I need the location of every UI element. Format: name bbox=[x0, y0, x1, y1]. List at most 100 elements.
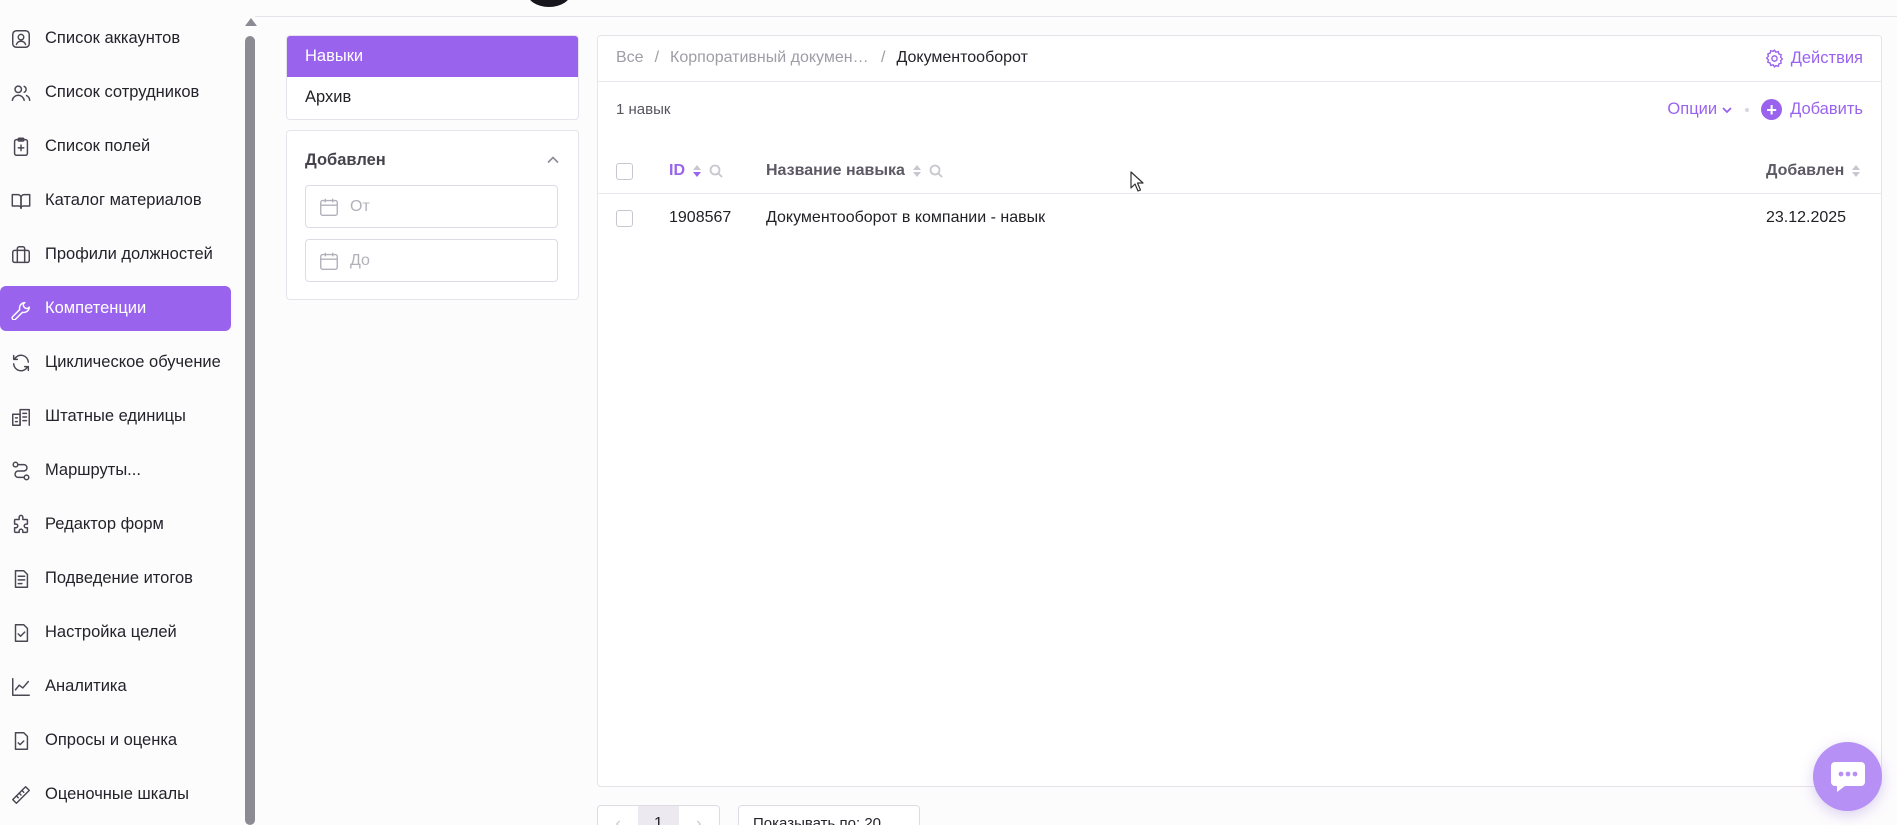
tab-skills[interactable]: Навыки bbox=[287, 36, 578, 77]
table-header: ID Название навыка Добавлен bbox=[598, 148, 1881, 194]
toolbar-divider bbox=[1745, 107, 1750, 112]
options-label: Опции bbox=[1667, 100, 1718, 118]
sidebar-item-label: Профили должностей bbox=[45, 245, 213, 263]
sidebar-item-label: Оценочные шкалы bbox=[45, 785, 190, 803]
sidebar-item-staff-units[interactable]: Штатные единицы bbox=[0, 394, 231, 439]
building-icon bbox=[10, 406, 32, 428]
wrench-icon bbox=[10, 298, 32, 320]
users-icon bbox=[10, 82, 32, 104]
breadcrumb-separator: / bbox=[881, 49, 886, 66]
breadcrumb: Все / Корпоративный документооборот / До… bbox=[616, 49, 1028, 67]
pagination: ‹ 1 › bbox=[597, 805, 720, 825]
sidebar-item-label: Аналитика bbox=[45, 677, 127, 695]
survey-check-icon bbox=[10, 730, 32, 752]
actions-button[interactable]: Действия bbox=[1764, 48, 1863, 69]
pagination-next[interactable]: › bbox=[679, 806, 719, 825]
row-checkbox[interactable] bbox=[616, 210, 633, 227]
sidebar-item-label: Список аккаунтов bbox=[45, 29, 181, 47]
puzzle-icon bbox=[10, 514, 32, 536]
sidebar-scrollbar[interactable] bbox=[245, 14, 257, 825]
sidebar-item-form-editor[interactable]: Редактор форм bbox=[0, 502, 231, 547]
breadcrumb-item-all[interactable]: Все bbox=[616, 49, 644, 67]
sort-icon[interactable] bbox=[693, 165, 701, 177]
search-icon[interactable] bbox=[709, 164, 723, 178]
date-to-field[interactable]: До bbox=[305, 239, 558, 282]
skills-table-card: Все / Корпоративный документооборот / До… bbox=[597, 35, 1882, 787]
add-label: Добавить bbox=[1790, 100, 1863, 118]
sidebar-item-job-profiles[interactable]: Профили должностей bbox=[0, 232, 231, 277]
table-toolbar: Опции + Добавить bbox=[1667, 99, 1863, 120]
sidebar-item-label: Редактор форм bbox=[45, 515, 164, 533]
actions-label: Действия bbox=[1790, 49, 1863, 67]
cell-skill-name[interactable]: Документооборот в компании - навык bbox=[766, 195, 1045, 241]
sidebar-item-accounts[interactable]: Список аккаунтов bbox=[0, 16, 231, 61]
column-label: ID bbox=[669, 162, 685, 179]
account-box-icon bbox=[10, 28, 32, 50]
skills-tabs: Навыки Архив bbox=[286, 35, 579, 120]
scroll-up-arrow-icon[interactable] bbox=[245, 18, 257, 26]
sidebar-item-label: Опросы и оценка bbox=[45, 731, 178, 749]
date-from-field[interactable]: От bbox=[305, 185, 558, 228]
chat-button[interactable] bbox=[1813, 742, 1882, 811]
column-header-name[interactable]: Название навыка bbox=[766, 148, 943, 194]
sidebar: Список аккаунтов Список сотрудников Спис… bbox=[0, 0, 245, 825]
filter-title: Добавлен bbox=[305, 150, 386, 169]
sidebar-item-summary[interactable]: Подведение итогов bbox=[0, 556, 231, 601]
document-check-icon bbox=[10, 622, 32, 644]
sidebar-item-label: Список сотрудников bbox=[45, 83, 200, 101]
sidebar-item-competencies[interactable]: Компетенции bbox=[0, 286, 231, 331]
result-count: 1 навык bbox=[616, 101, 671, 118]
briefcase-icon bbox=[10, 244, 32, 266]
sidebar-item-goals[interactable]: Настройка целей bbox=[0, 610, 231, 655]
sidebar-item-surveys[interactable]: Опросы и оценка bbox=[0, 718, 231, 763]
table-row[interactable]: 1908567 Документооборот в компании - нав… bbox=[598, 195, 1881, 241]
sidebar-item-fields[interactable]: Список полей bbox=[0, 124, 231, 169]
route-icon bbox=[10, 460, 32, 482]
gear-icon bbox=[1765, 49, 1783, 68]
chevron-up-icon[interactable] bbox=[546, 153, 560, 167]
sidebar-item-routes[interactable]: Маршруты... bbox=[0, 448, 231, 493]
sidebar-item-employees[interactable]: Список сотрудников bbox=[0, 70, 231, 115]
sidebar-item-catalog[interactable]: Каталог материалов bbox=[0, 178, 231, 223]
chevron-down-icon bbox=[1722, 106, 1732, 113]
column-label: Добавлен bbox=[1766, 162, 1845, 179]
ruler-icon bbox=[10, 784, 32, 806]
sort-icon[interactable] bbox=[1852, 165, 1861, 177]
sidebar-item-analytics[interactable]: Аналитика bbox=[0, 664, 231, 709]
page-size-select[interactable]: Показывать по: 20 bbox=[738, 805, 920, 825]
refresh-icon bbox=[10, 352, 32, 374]
calendar-icon bbox=[320, 198, 338, 216]
scrollbar-thumb[interactable] bbox=[245, 36, 255, 825]
sidebar-item-scales[interactable]: Оценочные шкалы bbox=[0, 772, 231, 817]
plus-circle-icon: + bbox=[1761, 99, 1783, 120]
sidebar-item-label: Список полей bbox=[45, 137, 151, 155]
column-header-id[interactable]: ID bbox=[669, 148, 723, 194]
sidebar-item-label: Каталог материалов bbox=[45, 191, 202, 209]
sidebar-item-label: Циклическое обучение bbox=[45, 353, 221, 371]
column-header-added[interactable]: Добавлен bbox=[1766, 148, 1861, 194]
filter-header[interactable]: Добавлен bbox=[305, 149, 560, 171]
pagination-page[interactable]: 1 bbox=[638, 806, 679, 825]
options-dropdown[interactable]: Опции bbox=[1667, 100, 1733, 119]
date-to-placeholder: До bbox=[350, 251, 370, 269]
chart-line-icon bbox=[10, 676, 32, 698]
search-icon[interactable] bbox=[929, 164, 943, 178]
tab-archive[interactable]: Архив bbox=[287, 77, 578, 118]
column-label: Название навыка bbox=[766, 162, 905, 179]
sidebar-item-cyclic-learning[interactable]: Циклическое обучение bbox=[0, 340, 231, 385]
select-all-checkbox[interactable] bbox=[616, 163, 633, 180]
breadcrumb-item-corporate[interactable]: Корпоративный документооборот bbox=[670, 49, 870, 67]
sidebar-item-label: Компетенции bbox=[45, 299, 147, 317]
document-list-icon bbox=[10, 568, 32, 590]
calendar-icon bbox=[320, 252, 338, 270]
sidebar-item-label: Маршруты... bbox=[45, 461, 141, 479]
sort-icon[interactable] bbox=[912, 165, 921, 177]
cell-id: 1908567 bbox=[669, 209, 732, 226]
avatar[interactable] bbox=[527, 0, 571, 7]
breadcrumb-bar: Все / Корпоративный документооборот / До… bbox=[598, 36, 1881, 82]
add-button[interactable]: + Добавить bbox=[1761, 99, 1863, 120]
mouse-cursor-icon bbox=[1130, 171, 1144, 192]
app-page: Список аккаунтов Список сотрудников Спис… bbox=[0, 0, 1897, 825]
pagination-prev[interactable]: ‹ bbox=[598, 806, 638, 825]
sidebar-item-label: Штатные единицы bbox=[45, 407, 186, 425]
